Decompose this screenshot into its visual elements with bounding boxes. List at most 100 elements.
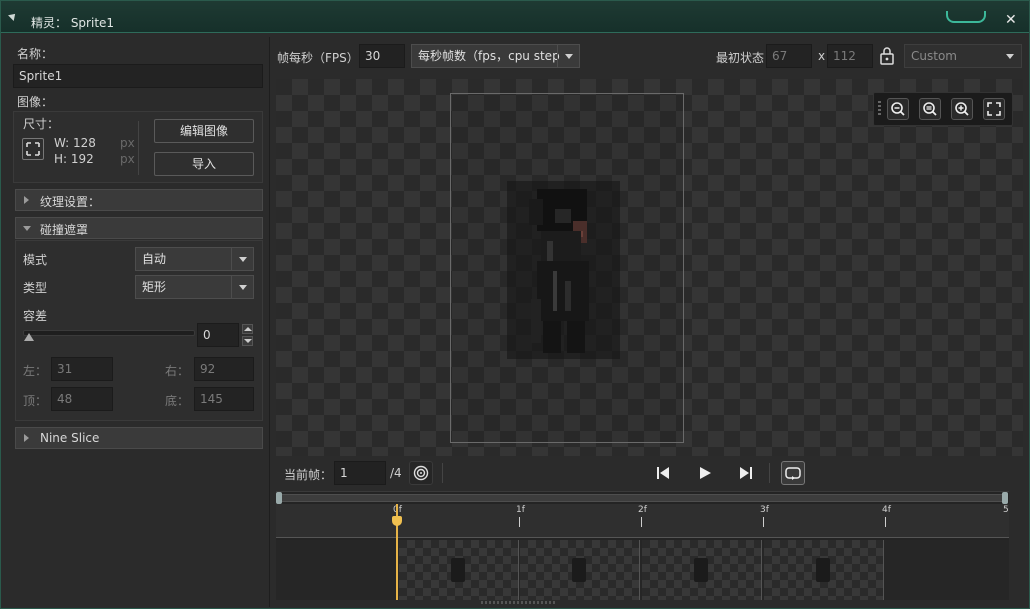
close-icon[interactable]: ✕ (1005, 12, 1017, 28)
edit-image-button[interactable]: 编辑图像 (154, 119, 254, 143)
tick-label: 5 (1003, 505, 1009, 515)
title-bar[interactable]: 精灵： Sprite1 ✕ (1, 1, 1029, 33)
image-label: 图像： (17, 95, 54, 109)
loop-icon[interactable] (781, 461, 805, 485)
import-button[interactable]: 导入 (154, 152, 254, 176)
px-unit: px (120, 136, 135, 150)
type-value: 矩形 (142, 280, 167, 294)
texture-settings-section[interactable]: 纹理设置： (15, 189, 263, 211)
sprite-thumbnail (694, 558, 708, 582)
left-input[interactable]: 31 (51, 357, 113, 381)
resize-icon[interactable] (22, 138, 44, 160)
sprite-thumbnail (816, 558, 830, 582)
zoom-out-icon[interactable] (887, 98, 909, 120)
scroll-handle-right[interactable] (1002, 492, 1008, 504)
collapse-icon[interactable] (8, 11, 18, 21)
zoom-toolbar (873, 92, 1013, 126)
origin-preset-value: Custom (911, 49, 957, 63)
collapse-icon (23, 226, 31, 231)
tolerance-label: 容差 (23, 309, 48, 323)
bottom-input[interactable]: 145 (194, 387, 254, 411)
px-unit: px (120, 152, 135, 166)
nine-slice-section[interactable]: Nine Slice (15, 427, 263, 449)
total-frames: /4 (390, 466, 402, 480)
current-frame-input[interactable]: 1 (334, 461, 386, 485)
playback-controls: 当前帧： 1 /4 (271, 459, 1030, 487)
tick-mark (641, 517, 642, 527)
playhead-handle[interactable] (392, 516, 402, 526)
divider (769, 463, 770, 483)
origin-x-input[interactable]: 67 (766, 44, 812, 68)
tolerance-input[interactable]: 0 (197, 323, 239, 347)
slider-handle[interactable] (24, 333, 34, 341)
tick-label: 2f (638, 505, 647, 515)
chevron-down-icon (231, 248, 253, 270)
height-value: H: 192 (54, 152, 94, 166)
mode-label: 模式 (23, 253, 48, 267)
frame-thumbnail[interactable] (520, 540, 640, 600)
lock-icon[interactable] (878, 46, 896, 66)
name-label: 名称： (17, 47, 54, 61)
width-value: W: 128 (54, 136, 96, 150)
tick-mark (885, 517, 886, 527)
chevron-down-icon (557, 45, 579, 67)
sprite-properties-panel: 名称： Sprite1 图像： 尺寸： W: 128 H: 192 px px … (7, 39, 267, 604)
origin-preset-dropdown[interactable]: Custom (904, 44, 1022, 68)
section-title: Nine Slice (40, 431, 100, 445)
timeline-scrollbar[interactable] (279, 494, 1006, 502)
right-input[interactable]: 92 (194, 357, 254, 381)
fps-label: 帧每秒（FPS） (277, 51, 359, 65)
sprite-toolbar: 帧每秒（FPS） 30 每秒帧数（fps，cpu step 最初状态 67 x … (271, 39, 1030, 73)
type-dropdown[interactable]: 矩形 (135, 275, 254, 299)
mode-value: 自动 (142, 252, 167, 266)
tick-mark (763, 517, 764, 527)
timeline-ruler[interactable]: 0f 1f 2f 3f 4f 5 (276, 504, 1009, 538)
type-label: 类型 (23, 281, 48, 295)
fps-mode-value: 每秒帧数（fps，cpu step (418, 49, 560, 63)
first-frame-icon[interactable] (655, 465, 671, 481)
fps-mode-dropdown[interactable]: 每秒帧数（fps，cpu step (411, 44, 580, 68)
origin-y-input[interactable]: 112 (827, 44, 873, 68)
left-label: 左： (23, 364, 48, 378)
fps-input[interactable]: 30 (359, 44, 405, 68)
last-frame-icon[interactable] (738, 465, 754, 481)
chevron-down-icon (999, 45, 1021, 67)
stepper-down-icon[interactable] (242, 336, 253, 346)
sprite-canvas[interactable] (276, 79, 1023, 456)
frame-strip (276, 540, 1009, 600)
tolerance-slider[interactable] (23, 330, 195, 336)
play-icon[interactable] (697, 465, 713, 481)
tick-label: 1f (516, 505, 525, 515)
zoom-in-icon[interactable] (951, 98, 973, 120)
sprite-thumbnail (572, 558, 586, 582)
tick-label: 3f (760, 505, 769, 515)
fullscreen-icon[interactable] (983, 98, 1005, 120)
sprite-editor-window: 精灵： Sprite1 ✕ 名称： Sprite1 图像： 尺寸： W: 128… (0, 0, 1030, 609)
drag-handle-icon[interactable] (878, 101, 881, 117)
mode-dropdown[interactable]: 自动 (135, 247, 254, 271)
zoom-reset-icon[interactable] (919, 98, 941, 120)
collision-mask-section[interactable]: 碰撞遮罩 (15, 217, 263, 239)
name-input[interactable]: Sprite1 (13, 64, 263, 88)
window-title: 精灵： Sprite1 (31, 16, 115, 30)
top-input[interactable]: 48 (51, 387, 113, 411)
frame-thumbnail[interactable] (642, 540, 762, 600)
right-label: 右： (165, 364, 190, 378)
divider (442, 463, 443, 483)
tick-label: 4f (882, 505, 891, 515)
origin-separator: x (818, 49, 826, 63)
section-title: 碰撞遮罩 (40, 223, 89, 237)
sprite-character-image (529, 189, 589, 353)
frame-thumbnail[interactable] (399, 540, 519, 600)
onion-skin-icon[interactable] (409, 461, 433, 485)
stepper-up-icon[interactable] (242, 324, 253, 334)
frame-thumbnail[interactable] (764, 540, 884, 600)
panel-divider (269, 37, 270, 607)
top-label: 顶： (23, 394, 48, 408)
resize-grip[interactable] (481, 601, 556, 604)
tick-mark (519, 517, 520, 527)
scroll-handle-left[interactable] (276, 492, 282, 504)
chevron-down-icon (231, 276, 253, 298)
sprite-thumbnail (451, 558, 465, 582)
window-notch-decoration (946, 11, 986, 23)
